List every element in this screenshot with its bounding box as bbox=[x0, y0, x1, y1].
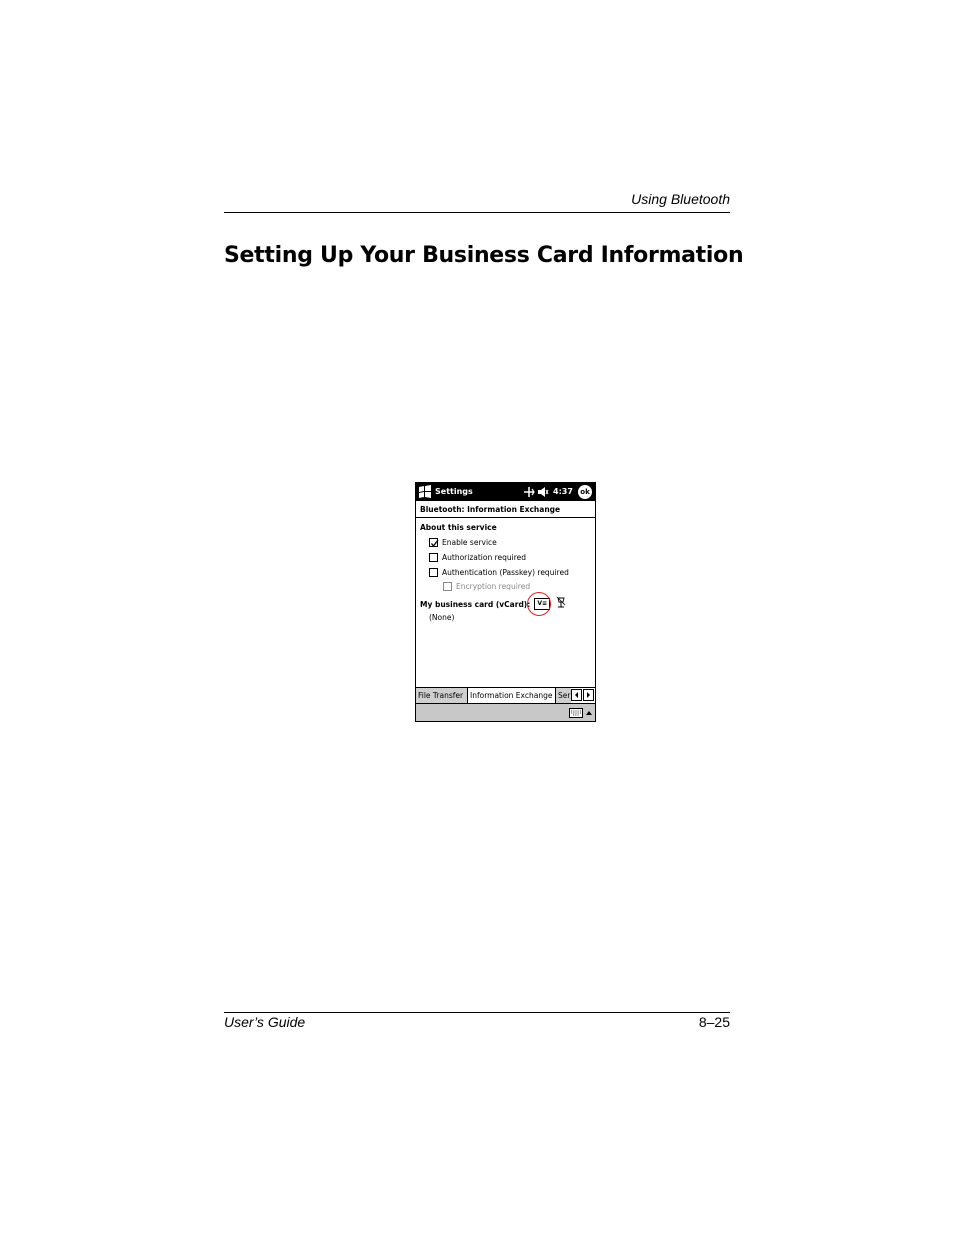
tab-information-exchange[interactable]: Information Exchange bbox=[468, 688, 555, 703]
vcard-label: My business card (vCard): bbox=[420, 599, 531, 609]
enable-service-option[interactable]: Enable service bbox=[429, 537, 497, 548]
encryption-checkbox bbox=[443, 582, 452, 591]
tab-serial[interactable]: Ser bbox=[555, 688, 571, 703]
subtitle-divider bbox=[416, 517, 595, 518]
clock[interactable]: 4:37 bbox=[553, 487, 573, 496]
speaker-icon[interactable] bbox=[537, 486, 549, 498]
option-label: Authorization required bbox=[442, 553, 527, 562]
section-heading: Setting Up Your Business Card Informatio… bbox=[224, 243, 744, 268]
command-bar bbox=[416, 703, 595, 721]
tab-file-transfer[interactable]: File Transfer bbox=[416, 688, 468, 703]
authentication-option[interactable]: Authentication (Passkey) required bbox=[429, 567, 569, 578]
clear-vcard-icon[interactable] bbox=[555, 596, 567, 609]
footer-guide-title: User’s Guide bbox=[224, 1014, 306, 1030]
enable-service-checkbox[interactable] bbox=[429, 538, 439, 548]
option-label: Enable service bbox=[442, 538, 497, 547]
option-label: Encryption required bbox=[456, 582, 531, 591]
footer-rule bbox=[224, 1012, 730, 1013]
about-service-label: About this service bbox=[420, 523, 497, 532]
highlight-circle bbox=[527, 592, 551, 616]
title-bar: Settings 4:37 ok bbox=[416, 483, 595, 501]
arrow-right-icon bbox=[587, 692, 590, 698]
encryption-option: Encryption required bbox=[443, 581, 530, 592]
start-menu-icon[interactable] bbox=[418, 485, 432, 499]
keyboard-icon[interactable] bbox=[569, 708, 583, 718]
running-head: Using Bluetooth bbox=[631, 191, 730, 207]
header-rule bbox=[224, 212, 730, 213]
tab-scroll-left-button[interactable] bbox=[571, 689, 582, 701]
input-menu-arrow-icon[interactable] bbox=[585, 709, 593, 717]
settings-subtitle: Bluetooth: Information Exchange bbox=[420, 505, 561, 514]
authorization-option[interactable]: Authorization required bbox=[429, 552, 526, 563]
ok-button[interactable]: ok bbox=[578, 485, 592, 499]
tab-bar: File Transfer Information Exchange Ser bbox=[416, 687, 595, 704]
authentication-checkbox[interactable] bbox=[429, 568, 438, 577]
authorization-checkbox[interactable] bbox=[429, 553, 438, 562]
vcard-value: (None) bbox=[429, 613, 455, 622]
page-number: 8–25 bbox=[698, 1014, 730, 1030]
connectivity-icon[interactable] bbox=[522, 485, 536, 499]
option-label: Authentication (Passkey) required bbox=[442, 568, 569, 577]
device-screenshot: Settings 4:37 ok Bluetooth: Information … bbox=[415, 482, 596, 722]
app-title: Settings bbox=[435, 487, 473, 496]
tab-scroll-right-button[interactable] bbox=[583, 689, 594, 701]
arrow-left-icon bbox=[575, 692, 578, 698]
